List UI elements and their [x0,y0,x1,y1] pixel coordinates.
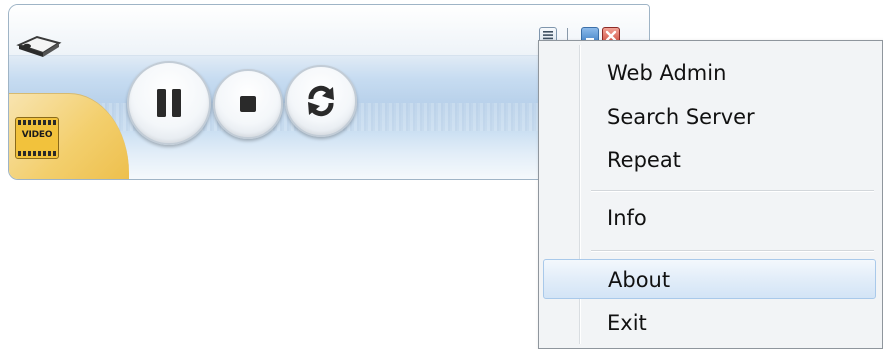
menu-item-label: Exit [607,311,647,335]
menu-item-exit[interactable]: Exit [543,303,876,343]
pause-button[interactable] [127,61,211,145]
menu-item-label: Web Admin [607,61,727,85]
stop-button[interactable] [213,69,283,139]
menu-separator [591,250,874,251]
menu-item-about[interactable]: About [543,259,876,299]
film-strip-bottom [18,151,56,156]
menu-item-label: Info [607,206,647,230]
menu-separator [591,190,874,191]
video-badge-label: VIDEO [21,130,53,140]
film-strip-top [18,120,56,125]
menu-item-label: Repeat [607,148,681,172]
menu-item-search-server[interactable]: Search Server [543,97,876,137]
repeat-button[interactable] [285,65,357,137]
projector-logo-icon [15,33,63,59]
menu-item-info[interactable]: Info [543,198,876,238]
menu-item-label: About [608,268,671,292]
video-mode-icon[interactable]: VIDEO [15,117,59,159]
context-menu: Web Admin Search Server Repeat Info Abou… [538,40,883,349]
menu-item-label: Search Server [607,105,755,129]
menu-item-web-admin[interactable]: Web Admin [543,53,876,93]
menu-item-repeat[interactable]: Repeat [543,140,876,180]
